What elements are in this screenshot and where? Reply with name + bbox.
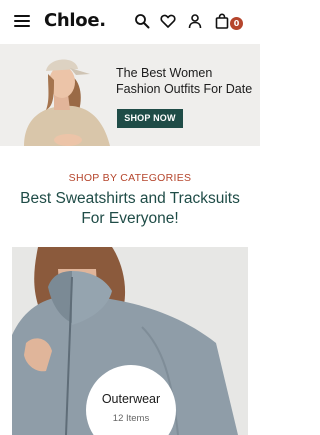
cart-count-badge: 0 — [230, 17, 243, 30]
user-icon[interactable] — [187, 13, 203, 29]
logo[interactable]: Chloe. — [44, 10, 106, 31]
categories-kicker: SHOP BY CATEGORIES — [68, 172, 192, 184]
hero-banner: The Best Women Fashion Outfits For Date … — [0, 44, 260, 146]
menu-icon[interactable] — [14, 14, 30, 28]
shopping-bag-icon[interactable] — [214, 13, 230, 29]
categories-title: Best Sweatshirts and Tracksuits For Ever… — [20, 190, 240, 227]
heart-icon[interactable] — [160, 13, 176, 29]
banner-title: The Best Women Fashion Outfits For Date — [116, 66, 253, 96]
banner-model-image — [24, 59, 110, 146]
search-icon[interactable] — [134, 13, 150, 29]
category-count: 12 Items — [112, 413, 150, 424]
shop-now-button[interactable]: SHOP NOW — [117, 109, 183, 128]
category-name: Outerwear — [101, 392, 161, 406]
category-card-outerwear[interactable]: Outerwear 12 Items — [12, 247, 248, 435]
page: Chloe. 0 The Best Women Fashion Outfits … — [0, 0, 260, 435]
top-header: Chloe. 0 — [0, 0, 260, 44]
